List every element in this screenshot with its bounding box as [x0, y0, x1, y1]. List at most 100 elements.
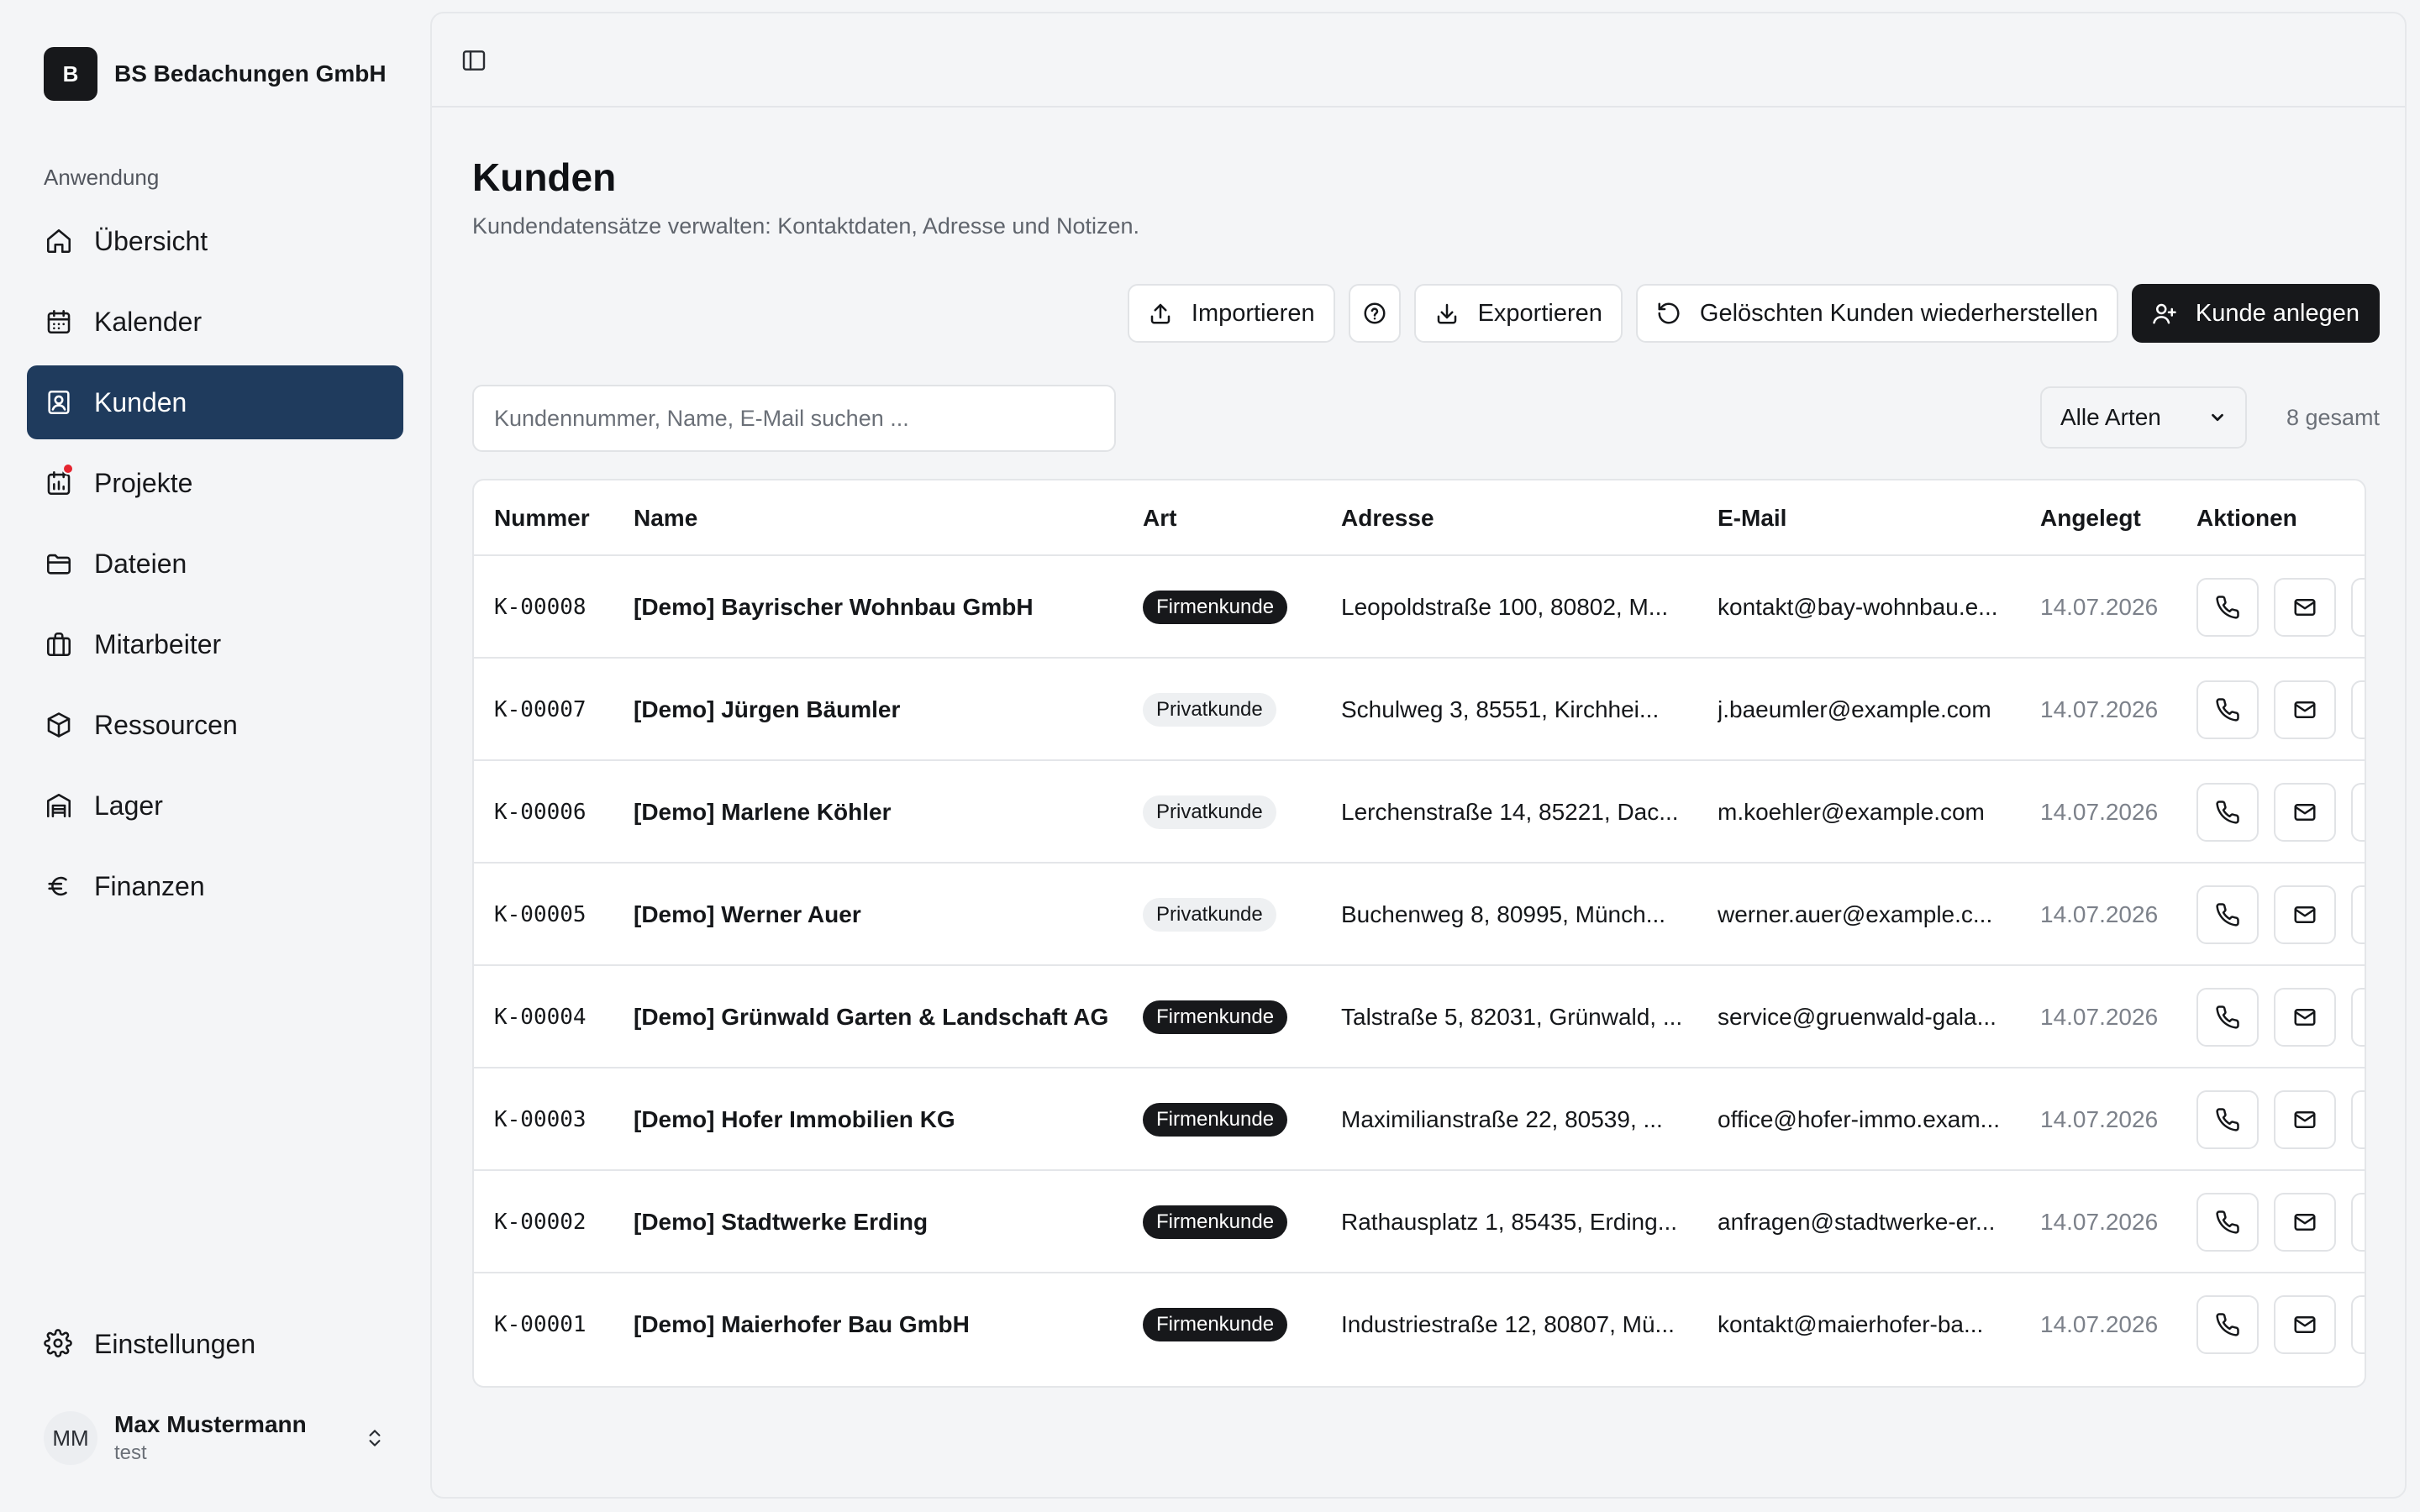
sidebar-item-finanzen[interactable]: Finanzen — [27, 849, 403, 923]
more-actions-button[interactable] — [2351, 988, 2365, 1047]
row-actions — [2196, 1090, 2365, 1149]
sidebar-item-label: Finanzen — [94, 870, 205, 901]
customer-address: Lerchenstraße 14, 85221, Dac... — [1341, 799, 1679, 825]
email-button[interactable] — [2274, 680, 2336, 739]
email-button[interactable] — [2274, 783, 2336, 842]
more-actions-button[interactable] — [2351, 1295, 2365, 1354]
sidebar-item-ressourcen[interactable]: Ressourcen — [27, 688, 403, 762]
call-button[interactable] — [2196, 1295, 2259, 1354]
avatar: MM — [44, 1411, 97, 1465]
row-actions — [2196, 885, 2365, 944]
more-actions-button[interactable] — [2351, 1090, 2365, 1149]
customer-name[interactable]: [Demo] Bayrischer Wohnbau GmbH — [634, 556, 1034, 659]
table-row[interactable]: K-00002 [Demo] Stadtwerke Erding Firmenkun… — [474, 1171, 2365, 1273]
more-actions-button[interactable] — [2351, 578, 2365, 637]
customer-name[interactable]: [Demo] Grünwald Garten & Landschaft AG — [634, 966, 1108, 1068]
restore-deleted-button[interactable]: Gelöschten Kunden wiederherstellen — [1635, 284, 2118, 343]
customer-type-badge: Firmenkunde — [1143, 591, 1288, 624]
customer-address: Rathausplatz 1, 85435, Erding... — [1341, 1209, 1678, 1235]
phone-icon — [2215, 1005, 2240, 1030]
email-button[interactable] — [2274, 988, 2336, 1047]
brand[interactable]: B BS Bedachungen GmbH — [44, 47, 387, 101]
customer-type-cell: Privatkunde — [1143, 864, 1276, 966]
sidebar-toggle-icon[interactable] — [457, 44, 491, 77]
column-header-email[interactable]: E-Mail — [1718, 480, 1786, 556]
sidebar-item-lager[interactable]: Lager — [27, 769, 403, 843]
create-customer-button[interactable]: Kunde anlegen — [2131, 284, 2380, 343]
sidebar: B BS Bedachungen GmbH Anwendung Übersich… — [0, 0, 429, 1512]
column-header-name[interactable]: Name — [634, 480, 697, 556]
call-button[interactable] — [2196, 783, 2259, 842]
more-actions-button[interactable] — [2351, 783, 2365, 842]
mail-icon — [2292, 800, 2317, 825]
email-button[interactable] — [2274, 1193, 2336, 1252]
call-button[interactable] — [2196, 1193, 2259, 1252]
row-actions — [2196, 1295, 2365, 1354]
table-row[interactable]: K-00008 [Demo] Bayrischer Wohnbau GmbH Fir… — [474, 556, 2365, 659]
column-header-address[interactable]: Adresse — [1341, 480, 1434, 556]
more-actions-button[interactable] — [2351, 680, 2365, 739]
customer-name[interactable]: [Demo] Marlene Köhler — [634, 761, 892, 864]
chevron-down-icon — [2212, 413, 2223, 422]
row-actions — [2196, 578, 2365, 637]
rotate-ccw-icon — [1658, 302, 1680, 324]
sidebar-item-label: Ressourcen — [94, 709, 238, 740]
email-button[interactable] — [2274, 885, 2336, 944]
customer-email: m.koehler@example.com — [1718, 799, 1985, 825]
sidebar-item-dateien[interactable]: Dateien — [27, 527, 403, 601]
customer-name[interactable]: [Demo] Stadtwerke Erding — [634, 1171, 928, 1273]
customer-type-badge: Firmenkunde — [1143, 1000, 1288, 1034]
customer-created-date: 14.07.2026 — [2040, 594, 2159, 620]
email-button[interactable] — [2274, 1295, 2336, 1354]
table-row[interactable]: K-00001 [Demo] Maierhofer Bau GmbH Firmenk… — [474, 1273, 2365, 1376]
export-label: Exportieren — [1477, 299, 1602, 327]
customer-created-date: 14.07.2026 — [2040, 696, 2159, 722]
table-row[interactable]: K-00004 [Demo] Grünwald Garten & Landscha… — [474, 966, 2365, 1068]
customer-created-date: 14.07.2026 — [2040, 1106, 2159, 1132]
sidebar-item-kalender[interactable]: Kalender — [27, 285, 403, 359]
sidebar-item-einstellungen[interactable]: Einstellungen — [27, 1310, 403, 1378]
column-header-type[interactable]: Art — [1143, 480, 1176, 556]
topbar — [432, 13, 2405, 108]
sidebar-item-label: Lager — [94, 790, 163, 821]
chevrons-up-down-icon — [361, 1421, 388, 1455]
customer-name[interactable]: [Demo] Hofer Immobilien KG — [634, 1068, 955, 1171]
more-actions-button[interactable] — [2351, 885, 2365, 944]
export-button[interactable]: Exportieren — [1413, 284, 1623, 343]
column-header-created[interactable]: Angelegt — [2040, 480, 2141, 556]
sidebar-item-projekte[interactable]: Projekte — [27, 446, 403, 520]
email-button[interactable] — [2274, 1090, 2336, 1149]
main-panel: Kunden Kundendatensätze verwalten: Konta… — [430, 12, 2407, 1499]
sidebar-item-kunden[interactable]: Kunden — [27, 365, 403, 439]
call-button[interactable] — [2196, 578, 2259, 637]
table-row[interactable]: K-00006 [Demo] Marlene Köhler Privatkunde L… — [474, 761, 2365, 864]
help-button[interactable] — [1348, 284, 1401, 343]
sidebar-item-label: Kalender — [94, 306, 203, 337]
call-button[interactable] — [2196, 885, 2259, 944]
search-input[interactable] — [472, 385, 1116, 452]
customer-name[interactable]: [Demo] Maierhofer Bau GmbH — [634, 1273, 970, 1376]
customer-address: Maximilianstraße 22, 80539, ... — [1341, 1106, 1663, 1132]
user-plus-icon — [2153, 303, 2176, 324]
table-row[interactable]: K-00007 [Demo] Jürgen Bäumler Privatkunde S… — [474, 659, 2365, 761]
sidebar-item-mitarbeiter[interactable]: Mitarbeiter — [27, 607, 403, 681]
email-button[interactable] — [2274, 578, 2336, 637]
call-button[interactable] — [2196, 680, 2259, 739]
user-menu[interactable]: MM Max Mustermann test — [44, 1404, 388, 1472]
customer-created-date: 14.07.2026 — [2040, 1004, 2159, 1030]
more-actions-button[interactable] — [2351, 1193, 2365, 1252]
import-button[interactable]: Importieren — [1127, 284, 1335, 343]
table-row[interactable]: K-00003 [Demo] Hofer Immobilien KG Firmenk… — [474, 1068, 2365, 1171]
customer-name[interactable]: [Demo] Werner Auer — [634, 864, 861, 966]
customer-name[interactable]: [Demo] Jürgen Bäumler — [634, 659, 900, 761]
table-row[interactable]: K-00005 [Demo] Werner Auer Privatkunde Buch… — [474, 864, 2365, 966]
column-header-number[interactable]: Nummer — [494, 480, 590, 556]
sidebar-item-label: Mitarbeiter — [94, 628, 222, 659]
type-filter-select[interactable]: Alle Arten — [2040, 386, 2247, 449]
customer-created-date: 14.07.2026 — [2040, 1311, 2159, 1337]
mail-icon — [2292, 595, 2317, 620]
customer-created-date: 14.07.2026 — [2040, 1209, 2159, 1235]
call-button[interactable] — [2196, 988, 2259, 1047]
sidebar-item-uebersicht[interactable]: Übersicht — [27, 204, 403, 278]
call-button[interactable] — [2196, 1090, 2259, 1149]
